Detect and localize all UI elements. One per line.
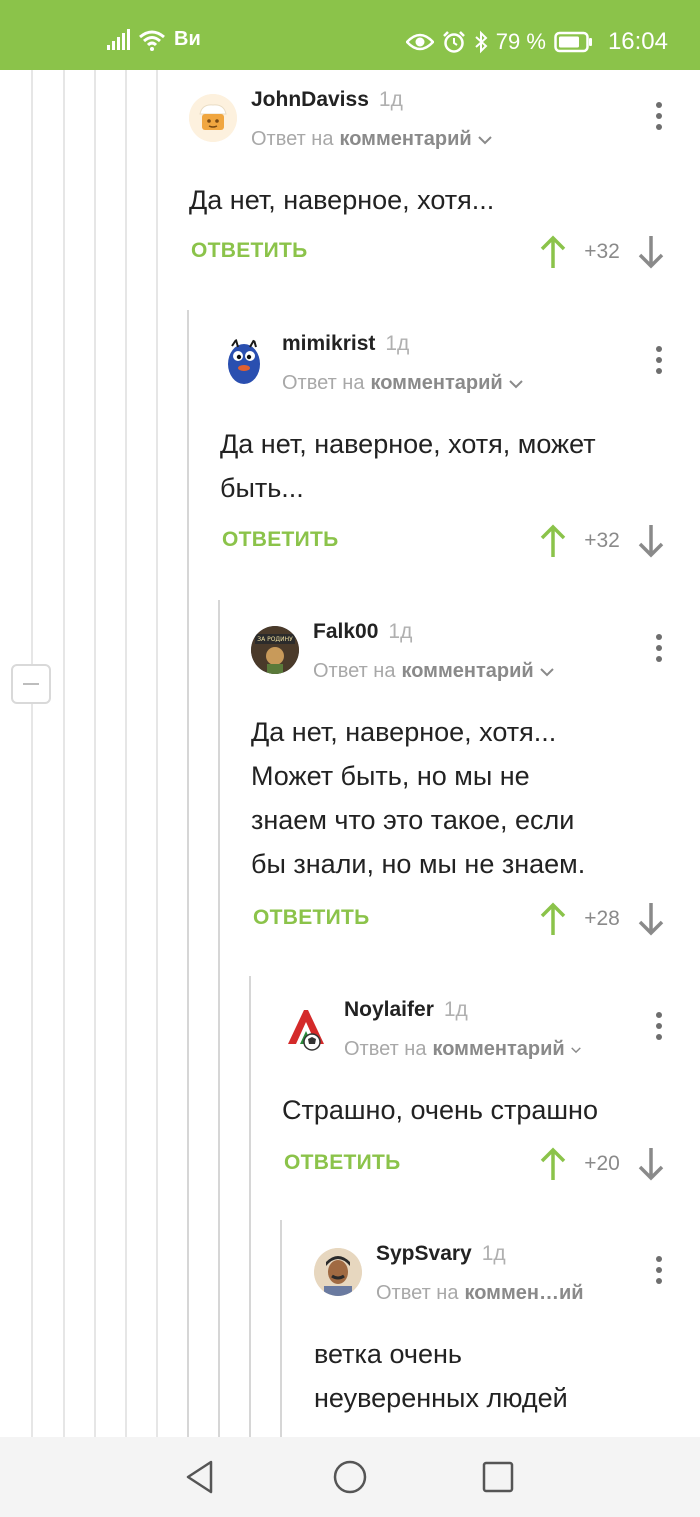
- chevron-down-icon: [539, 667, 554, 676]
- comment-author[interactable]: mimikrist 1д: [282, 332, 409, 356]
- comment-score: +20: [584, 1152, 620, 1175]
- reply-button[interactable]: ОТВЕТИТЬ: [191, 239, 308, 263]
- avatar[interactable]: [189, 94, 237, 142]
- thread-line: [31, 70, 33, 1437]
- downvote-arrow-icon[interactable]: [637, 234, 665, 270]
- comment-author[interactable]: Falk00 1д: [313, 620, 412, 644]
- downvote-arrow-icon[interactable]: [637, 1146, 665, 1182]
- clock: 16:04: [607, 28, 668, 55]
- comment-text: Да нет, наверное, хотя... Может быть, но…: [251, 717, 586, 879]
- reply-button[interactable]: ОТВЕТИТЬ: [284, 1151, 401, 1175]
- comment-text: Да нет, наверное, хотя...: [189, 185, 495, 215]
- system-nav-bar: [0, 1437, 700, 1517]
- comment-score: +32: [584, 240, 620, 263]
- comment-time: 1д: [385, 332, 410, 355]
- chevron-down-icon: [570, 1046, 581, 1053]
- status-bar: Ви 79 % 16:04: [0, 0, 700, 70]
- chevron-down-icon: [508, 379, 523, 388]
- avatar[interactable]: [220, 338, 268, 386]
- comment-text: ветка очень неуверенных людей: [314, 1339, 568, 1413]
- bluetooth-icon: [475, 30, 488, 54]
- downvote-arrow-icon[interactable]: [637, 523, 665, 559]
- upvote-arrow-icon[interactable]: [539, 901, 567, 937]
- eye-icon: [405, 33, 434, 51]
- signal-icon: [107, 28, 130, 50]
- comment-author[interactable]: SypSvary 1д: [376, 1242, 506, 1266]
- battery-percent: 79 %: [495, 29, 546, 54]
- more-options-icon[interactable]: [647, 628, 671, 668]
- comment-time: 1д: [443, 998, 468, 1021]
- vote-block: +20: [539, 1146, 665, 1182]
- comment: ЗА РОДИНУ Falk00 1д Ответ на комментарий Д…: [251, 620, 679, 950]
- reply-to-link[interactable]: Ответ на комментарий: [251, 128, 492, 151]
- vote-block: +32: [539, 234, 665, 270]
- comment-score: +28: [584, 907, 620, 930]
- reply-to-link[interactable]: Ответ на коммен…ий: [376, 1282, 584, 1305]
- comment-text: Да нет, наверное, хотя, может быть...: [220, 429, 596, 503]
- comment-text: Страшно, очень страшно: [282, 1095, 598, 1125]
- thread-line: [156, 70, 158, 1437]
- avatar[interactable]: [314, 1248, 362, 1296]
- thread-line: [187, 310, 189, 1437]
- home-icon[interactable]: [332, 1459, 368, 1495]
- comment: mimikrist 1д Ответ на комментарий Да нет, …: [220, 332, 679, 572]
- chevron-down-icon: [477, 135, 492, 144]
- collapse-thread-button[interactable]: [11, 664, 51, 704]
- reply-button[interactable]: ОТВЕТИТЬ: [222, 528, 339, 552]
- vote-block: +28: [539, 901, 665, 937]
- alarm-icon: [442, 31, 465, 53]
- more-options-icon[interactable]: [647, 340, 671, 380]
- comment-time: 1д: [481, 1242, 506, 1265]
- back-icon[interactable]: [183, 1459, 217, 1495]
- vote-block: +32: [539, 523, 665, 559]
- thread-line: [280, 1220, 282, 1437]
- avatar[interactable]: [282, 1004, 330, 1052]
- more-options-icon[interactable]: [647, 1250, 671, 1290]
- svg-text:ЗА РОДИНУ: ЗА РОДИНУ: [257, 636, 293, 643]
- thread-line: [125, 70, 127, 1437]
- upvote-arrow-icon[interactable]: [539, 234, 567, 270]
- upvote-arrow-icon[interactable]: [539, 523, 567, 559]
- recents-icon[interactable]: [481, 1460, 515, 1494]
- upvote-arrow-icon[interactable]: [539, 1146, 567, 1182]
- carrier-label: Ви: [174, 28, 201, 50]
- thread-line: [218, 600, 220, 1437]
- comment-author[interactable]: JohnDaviss 1д: [251, 88, 403, 112]
- thread-line: [249, 976, 251, 1437]
- downvote-arrow-icon[interactable]: [637, 901, 665, 937]
- comment-time: 1д: [378, 88, 403, 111]
- comment: Noylaifer 1д Ответ на комментарий Страшно,…: [282, 998, 679, 1188]
- comment: SypSvary 1д Ответ на коммен…ий ветка очень…: [314, 1242, 679, 1437]
- wifi-icon: [139, 30, 165, 51]
- comment-author[interactable]: Noylaifer 1д: [344, 998, 468, 1022]
- avatar[interactable]: ЗА РОДИНУ: [251, 626, 299, 674]
- reply-to-link[interactable]: Ответ на комментарий: [344, 1038, 581, 1061]
- reply-button[interactable]: ОТВЕТИТЬ: [253, 906, 370, 930]
- thread-line: [63, 70, 65, 1437]
- reply-to-link[interactable]: Ответ на комментарий: [282, 372, 523, 395]
- more-options-icon[interactable]: [647, 1006, 671, 1046]
- thread-line: [94, 70, 96, 1437]
- comment: JohnDaviss 1д Ответ на комментарий Да нет,…: [189, 88, 679, 278]
- comment-score: +32: [584, 529, 620, 552]
- comment-time: 1д: [388, 620, 413, 643]
- reply-to-link[interactable]: Ответ на комментарий: [313, 660, 554, 683]
- more-options-icon[interactable]: [647, 96, 671, 136]
- battery-icon: [554, 31, 592, 53]
